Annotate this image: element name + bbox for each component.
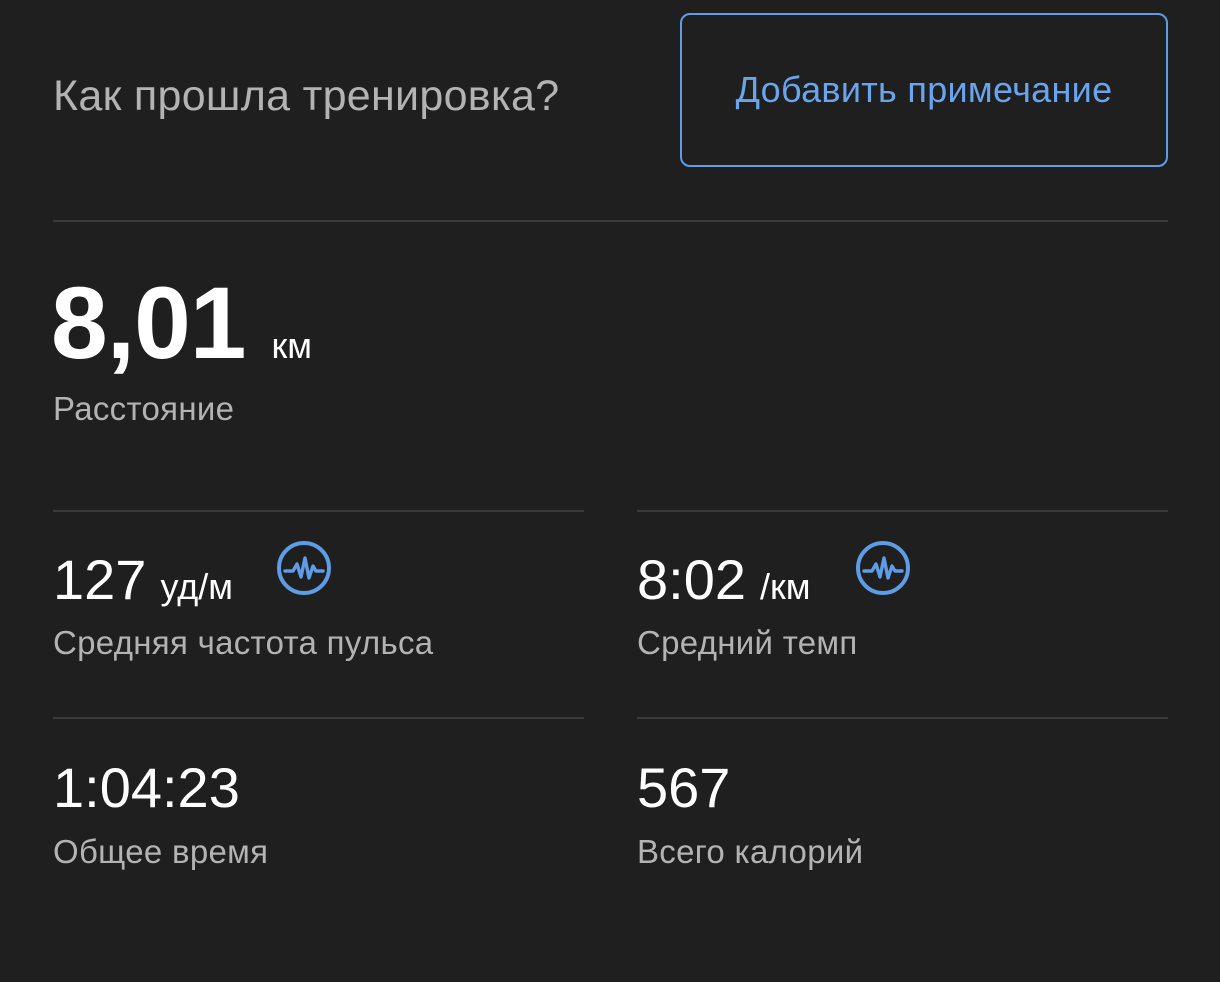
distance-value: 8,01 <box>51 266 247 380</box>
total-calories-value: 567 <box>637 756 731 819</box>
total-time-label: Общее время <box>53 833 269 870</box>
avg-heart-rate-value-group: 127 уд/м <box>53 548 233 612</box>
activity-summary: Как прошла тренировка? Добавить примечан… <box>0 0 1220 982</box>
divider-left-1 <box>53 510 584 512</box>
avg-pace-value: 8:02 <box>637 548 746 611</box>
add-note-button[interactable]: Добавить примечание <box>680 13 1168 167</box>
avg-pace-unit: /км <box>760 566 811 607</box>
avg-pace-value-group: 8:02 /км <box>637 548 811 612</box>
avg-heart-rate-label: Средняя частота пульса <box>53 624 434 661</box>
total-calories-value-group: 567 <box>637 756 730 820</box>
avg-heart-rate-unit: уд/м <box>160 566 233 607</box>
divider-top <box>53 220 1168 222</box>
divider-right-2 <box>637 717 1168 719</box>
total-time-value: 1:04:23 <box>53 756 240 819</box>
distance-label: Расстояние <box>53 390 235 427</box>
total-calories-label: Всего калорий <box>637 833 864 870</box>
distance-value-group: 8,01 км <box>51 268 312 378</box>
workout-feedback-question: Как прошла тренировка? <box>53 72 560 120</box>
avg-pace-label: Средний темп <box>637 624 858 661</box>
heart-rate-icon-pace[interactable] <box>855 540 911 596</box>
heart-rate-icon[interactable] <box>276 540 332 596</box>
divider-left-2 <box>53 717 584 719</box>
total-time-value-group: 1:04:23 <box>53 756 240 820</box>
distance-unit: км <box>271 325 313 366</box>
divider-right-1 <box>637 510 1168 512</box>
avg-heart-rate-value: 127 <box>53 548 147 611</box>
